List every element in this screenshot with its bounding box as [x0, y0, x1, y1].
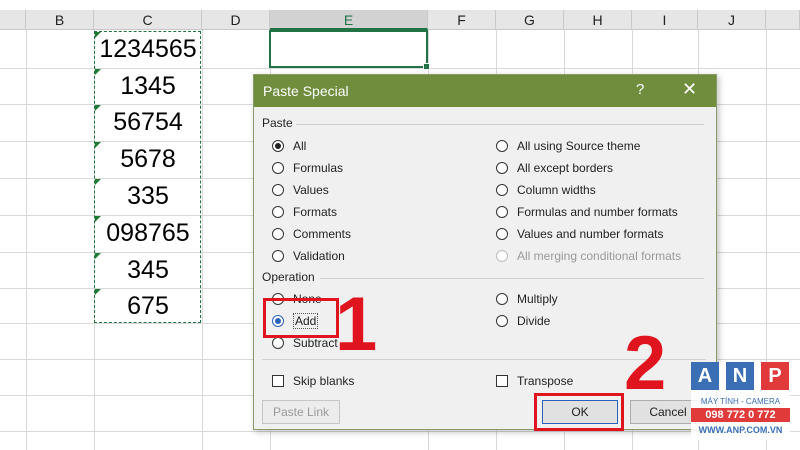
option-label: Comments [293, 227, 352, 241]
radio-icon [496, 228, 508, 240]
radio-paste-formats[interactable]: Formats [272, 204, 337, 220]
grid-line [26, 30, 27, 450]
dialog-title: Paste Special [263, 83, 349, 99]
radio-icon [272, 228, 284, 240]
column-header-e[interactable]: E [270, 10, 428, 30]
paste-section-label: Paste [262, 116, 293, 130]
option-label: All merging conditional formats [517, 249, 682, 263]
radio-paste-validation[interactable]: Validation [272, 248, 345, 264]
grid-line [202, 30, 203, 450]
option-label: Subtract [293, 336, 338, 350]
paste-link-button: Paste Link [262, 400, 340, 424]
operation-section-label: Operation [262, 270, 315, 284]
radio-paste-comments[interactable]: Comments [272, 226, 351, 242]
radio-paste-formulas-number-formats[interactable]: Formulas and number formats [496, 204, 678, 220]
radio-paste-all[interactable]: All [272, 138, 306, 154]
column-header-c[interactable]: C [94, 10, 202, 30]
highlight-add-option [263, 298, 339, 338]
selected-cell-e1[interactable] [269, 30, 430, 70]
radio-icon [496, 162, 508, 174]
option-label: Divide [517, 314, 551, 328]
column-header-f[interactable]: F [428, 10, 496, 30]
radio-icon [272, 162, 284, 174]
checkbox-icon [272, 375, 284, 387]
option-label: Transpose [517, 374, 574, 388]
fill-handle[interactable] [423, 63, 430, 70]
radio-icon [272, 206, 284, 218]
close-icon[interactable]: ✕ [682, 79, 697, 100]
checkbox-skip-blanks[interactable]: Skip blanks [272, 373, 354, 389]
copy-marquee [94, 31, 201, 323]
checkbox-transpose[interactable]: Transpose [496, 373, 573, 389]
option-label: Skip blanks [293, 374, 355, 388]
radio-paste-values-number-formats[interactable]: Values and number formats [496, 226, 664, 242]
option-label: Validation [293, 249, 345, 263]
radio-icon [272, 337, 284, 349]
logo-website: WWW.ANP.COM.VN [698, 425, 783, 435]
logo-letter: A [691, 362, 719, 390]
radio-icon [496, 140, 508, 152]
radio-paste-source-theme[interactable]: All using Source theme [496, 138, 640, 154]
column-header-j[interactable]: J [698, 10, 766, 30]
option-label: All [293, 139, 307, 153]
radio-paste-formulas[interactable]: Formulas [272, 160, 343, 176]
step-2-label: 2 [624, 321, 667, 406]
option-label: All except borders [517, 161, 614, 175]
logo-letter: P [761, 362, 789, 390]
radio-icon [496, 206, 508, 218]
logo-tagline: MÁY TÍNH - CAMERA [700, 397, 781, 406]
step-1-label: 1 [335, 282, 378, 367]
option-label: Formats [293, 205, 338, 219]
radio-operation-divide[interactable]: Divide [496, 313, 550, 329]
radio-paste-except-borders[interactable]: All except borders [496, 160, 613, 176]
radio-paste-column-widths[interactable]: Column widths [496, 182, 596, 198]
option-label: Formulas and number formats [517, 205, 678, 219]
column-header-g[interactable]: G [496, 10, 564, 30]
column-header-k[interactable] [766, 10, 800, 30]
column-header-h[interactable]: H [564, 10, 632, 30]
option-label: All using Source theme [517, 139, 641, 153]
radio-operation-multiply[interactable]: Multiply [496, 291, 558, 307]
column-header-blank [0, 10, 26, 30]
divider [320, 278, 704, 279]
radio-icon [272, 140, 284, 152]
top-band [0, 0, 800, 10]
option-label: Column widths [517, 183, 596, 197]
option-label: Values [293, 183, 329, 197]
radio-paste-values[interactable]: Values [272, 182, 329, 198]
radio-icon [496, 184, 508, 196]
column-header-b[interactable]: B [26, 10, 94, 30]
radio-icon [496, 250, 508, 262]
anp-logo: A N P MÁY TÍNH - CAMERA 098 772 0 772 WW… [691, 362, 790, 440]
checkbox-icon [496, 375, 508, 387]
option-label: Multiply [517, 292, 558, 306]
help-button[interactable]: ? [636, 81, 644, 98]
option-label: Formulas [293, 161, 344, 175]
highlight-ok-button [534, 393, 624, 431]
option-label: Values and number formats [517, 227, 664, 241]
grid-line [0, 431, 800, 432]
column-header-d[interactable]: D [202, 10, 270, 30]
radio-paste-merging-conditional: All merging conditional formats [496, 248, 681, 264]
divider [296, 124, 704, 125]
logo-phone: 098 772 0 772 [691, 408, 790, 422]
logo-letter: N [726, 362, 754, 390]
column-header-i[interactable]: I [632, 10, 698, 30]
radio-icon [496, 315, 508, 327]
radio-icon [272, 184, 284, 196]
radio-icon [272, 250, 284, 262]
radio-icon [496, 293, 508, 305]
dialog-title-bar[interactable]: Paste Special ? ✕ [254, 75, 716, 107]
